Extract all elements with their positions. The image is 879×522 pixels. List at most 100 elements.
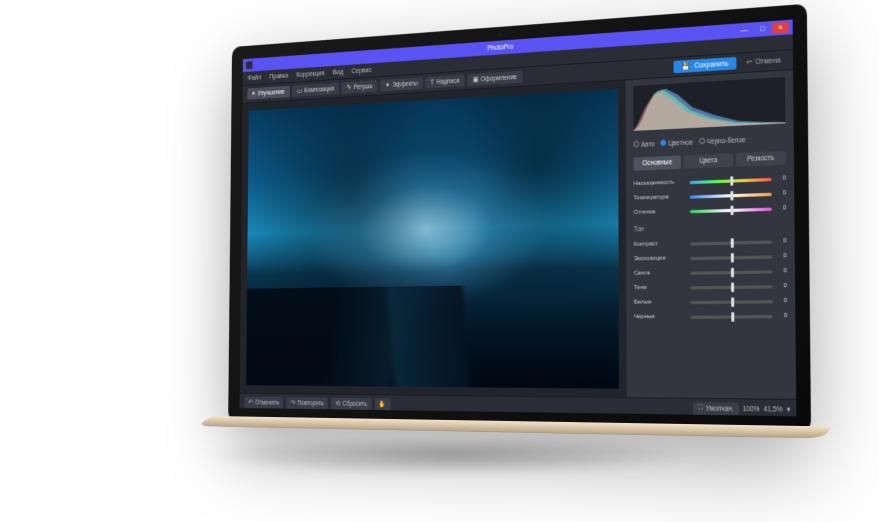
fx-icon: ✦ [385,81,390,89]
menu-file[interactable]: Файл [247,74,261,81]
zoom-fit-value[interactable]: 41,5% [764,406,783,414]
slider-whites-value: 0 [777,298,787,305]
save-button[interactable]: 💾 Сохранить [674,57,737,73]
tab-enhance[interactable]: ≡Улучшение [247,86,289,100]
laptop-mockup: PhotoPro — □ × Файл Правка Коррекция Вид… [228,4,811,454]
slider-blacks-label: Черные [634,314,687,321]
menu-edit[interactable]: Правка [269,72,288,80]
slider-temperature-label: Температура [634,194,686,202]
slider-contrast-label: Контраст [634,240,686,247]
slider-whites-label: Белые [634,299,686,306]
zoom-100[interactable]: 100% [743,405,760,413]
slider-exposure[interactable]: Экспозиция 0 [634,253,787,262]
tab-composition-label: Композиция [304,85,334,94]
tab-retouch-label: Ретушь [354,83,373,91]
slider-exposure-value: 0 [776,253,786,260]
hand-icon: ✋ [379,400,386,408]
tab-composition[interactable]: ▭Композиция [292,83,339,97]
slider-blacks-track[interactable] [690,315,772,319]
photo-ice-cave [246,89,619,389]
close-button[interactable]: × [772,22,788,34]
slider-contrast-track[interactable] [690,240,772,245]
undo-toolbar-label: Отмена [755,57,780,66]
radio-bw-label: Черно-белое [707,137,746,146]
maximize-button[interactable]: □ [754,23,770,35]
tab-text-label: Надписи [437,77,460,85]
slider-temperature-track[interactable] [690,192,772,198]
brush-icon: ✎ [347,84,352,92]
app-icon-small [246,61,252,69]
subtab-basic[interactable]: Основные [633,155,681,170]
redo-button[interactable]: ↷Повторить [286,397,328,409]
radio-bw[interactable]: Черно-белое [699,136,746,147]
save-icon: 💾 [682,62,691,71]
slider-contrast[interactable]: Контраст 0 [634,238,787,248]
subtab-colors[interactable]: Цвета [684,153,733,169]
histogram [633,77,785,131]
slider-tint[interactable]: Оттенок 0 [634,205,787,216]
color-mode-group: Авто Цветное Черно-белое [633,134,785,149]
slider-tint-track[interactable] [690,207,772,213]
undo-button-label: Отменить [255,399,279,406]
slider-highlights-label: Света [634,270,686,277]
undo-button[interactable]: ↶Отменить [244,397,283,409]
tab-enhance-label: Улучшение [257,88,284,96]
menu-tools[interactable]: Сервис [352,67,372,75]
slider-whites-track[interactable] [690,300,772,304]
slider-saturation-track[interactable] [690,177,772,183]
menu-adjust[interactable]: Коррекция [296,70,324,78]
adjustments-panel: Авто Цветное Черно-белое Основные Цвета … [626,70,797,399]
undo-arrow-icon: ↶ [248,399,252,407]
slider-tint-value: 0 [776,205,786,212]
redo-button-label: Повторить [298,400,324,407]
redo-arrow-icon: ↷ [291,399,296,407]
window-title: PhotoPro [487,43,513,52]
subtab-sharpness[interactable]: Резкость [736,151,786,167]
minimize-button[interactable]: — [736,25,752,37]
slider-contrast-value: 0 [776,238,786,245]
tab-frames-label: Оформление [481,74,517,83]
reset-button-label: Сбросить [343,400,367,407]
text-icon: T [431,79,434,86]
tab-retouch[interactable]: ✎Ретушь [342,80,378,94]
screen-bezel: PhotoPro — □ × Файл Правка Коррекция Вид… [228,4,811,432]
slider-shadows[interactable]: Тени 0 [634,283,787,291]
hand-tool[interactable]: ✋ [375,398,391,410]
section-tone-heading: Тон [634,222,787,233]
slider-whites[interactable]: Белые 0 [634,298,787,306]
slider-highlights[interactable]: Света 0 [634,268,787,277]
webcam [498,33,502,37]
menu-view[interactable]: Вид [333,69,344,76]
slider-highlights-track[interactable] [690,270,772,275]
chevron-down-icon[interactable]: ▾ [787,405,790,414]
fit-button[interactable]: ⛶Умолчан. [693,402,738,415]
reset-icon: ⟲ [335,400,340,408]
radio-auto[interactable]: Авто [633,140,654,149]
radio-auto-label: Авто [641,141,655,149]
slider-shadows-track[interactable] [690,285,772,289]
slider-saturation-label: Насыщенность [634,179,686,187]
slider-temperature-value: 0 [776,190,786,197]
reset-button[interactable]: ⟲Сбросить [331,398,371,410]
undo-icon: ↩ [746,58,752,67]
tab-frames[interactable]: ▣Оформление [467,71,522,86]
slider-blacks-value: 0 [777,313,787,319]
slider-exposure-track[interactable] [690,255,772,260]
app-window: PhotoPro — □ × Файл Правка Коррекция Вид… [239,20,796,417]
tab-text[interactable]: TНадписи [425,74,464,88]
fit-icon: ⛶ [698,404,703,413]
slider-saturation[interactable]: Насыщенность 0 [634,175,786,187]
slider-highlights-value: 0 [776,268,786,275]
tab-effects[interactable]: ✦Эффекты [380,77,423,91]
save-button-label: Сохранить [694,60,728,69]
slider-shadows-value: 0 [777,283,787,290]
slider-blacks[interactable]: Черные 0 [634,313,787,320]
fit-button-label: Умолчан. [706,405,734,413]
undo-toolbar-button[interactable]: ↩ Отмена [740,54,787,70]
slider-shadows-label: Тени [634,284,686,291]
radio-color[interactable]: Цветное [660,138,693,148]
status-bar: ↶Отменить ↷Повторить ⟲Сбросить ✋ ⛶Умолча… [239,393,796,416]
radio-color-label: Цветное [668,139,693,147]
image-canvas[interactable] [240,80,627,397]
slider-temperature[interactable]: Температура 0 [634,190,786,201]
